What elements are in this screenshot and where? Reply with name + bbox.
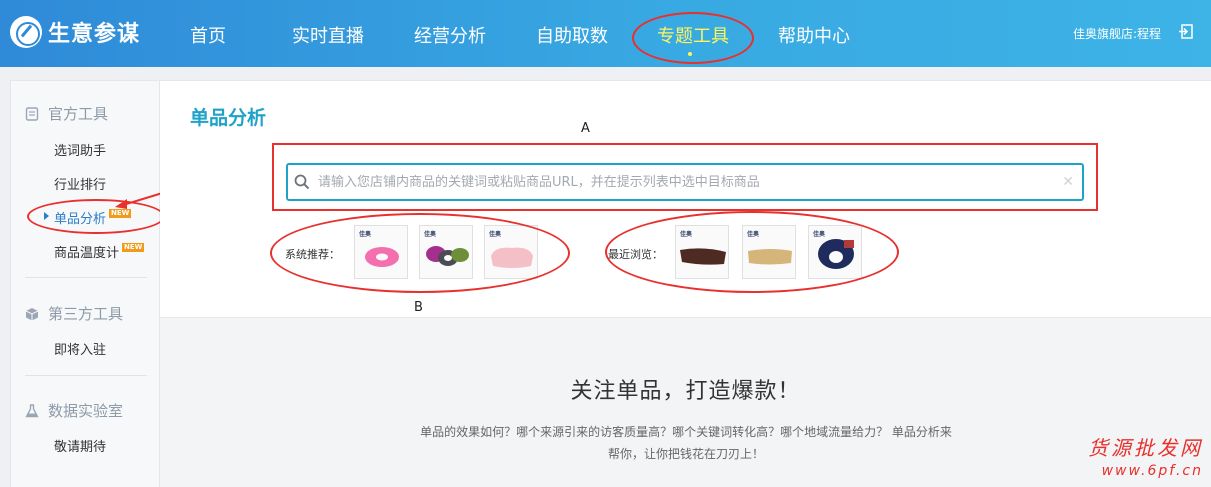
hero-description: 单品的效果如何？哪个来源引来的访客质量高？哪个关键词转化高？哪个地域流量给力？ … bbox=[420, 425, 952, 461]
compass-logo-icon bbox=[10, 16, 42, 48]
sidebar-group-title: 数据实验室 bbox=[48, 402, 124, 420]
annotation-circle-recommend bbox=[270, 213, 570, 293]
search-input[interactable] bbox=[318, 167, 1063, 197]
sidebar-divider bbox=[25, 277, 147, 278]
nav-item-business-analysis[interactable]: 经营分析 bbox=[414, 22, 486, 48]
sidebar-divider bbox=[25, 375, 147, 376]
sidebar-item-coming-soon[interactable]: 即将入驻 bbox=[54, 339, 106, 358]
nav-item-home[interactable]: 首页 bbox=[190, 22, 226, 48]
sidebar-item-keyword-helper[interactable]: 选词助手 bbox=[54, 140, 106, 159]
sidebar-group-official-tools: 官方工具 bbox=[25, 103, 108, 124]
store-user-label[interactable]: 佳奥旗舰店:程程 bbox=[1073, 25, 1161, 42]
nav-item-live[interactable]: 实时直播 bbox=[292, 22, 364, 48]
annotation-label-b: B bbox=[414, 300, 423, 315]
search-box[interactable]: ✕ bbox=[286, 163, 1084, 201]
sidebar-item-label: 商品温度计 bbox=[54, 246, 120, 261]
sidebar-item-stay-tuned[interactable]: 敬请期待 bbox=[54, 436, 106, 455]
watermark-title: 货源批发网 bbox=[1088, 436, 1203, 460]
nav-item-self-service-data[interactable]: 自助取数 bbox=[536, 22, 608, 48]
annotation-circle-nav bbox=[632, 12, 754, 64]
sidebar-group-data-lab: 数据实验室 bbox=[25, 400, 123, 421]
annotation-label-a: A bbox=[581, 121, 590, 136]
cube-icon bbox=[25, 307, 39, 320]
sidebar-group-third-party-tools: 第三方工具 bbox=[25, 303, 123, 324]
clear-icon[interactable]: ✕ bbox=[1062, 174, 1074, 190]
annotation-circle-recent bbox=[605, 211, 899, 293]
app-logo[interactable]: 生意参谋 bbox=[10, 14, 140, 50]
sidebar-item-industry-ranking[interactable]: 行业排行 bbox=[54, 174, 106, 193]
app-name: 生意参谋 bbox=[48, 22, 141, 47]
watermark: 货源批发网 www.6pf.cn bbox=[1088, 432, 1203, 479]
hero-title: 关注单品，打造爆款！ bbox=[570, 379, 801, 404]
sidebar-group-title: 第三方工具 bbox=[48, 305, 124, 323]
new-badge: NEW bbox=[122, 243, 145, 252]
page-title: 单品分析 bbox=[190, 107, 267, 129]
logout-icon[interactable] bbox=[1179, 24, 1193, 39]
sidebar: 官方工具 选词助手 行业排行 单品分析 NEW 商品温度计 NEW 第三方工具 … bbox=[10, 80, 170, 487]
top-nav-bar: 生意参谋 首页 实时直播 经营分析 自助取数 专题工具 帮助中心 佳奥旗舰店:程… bbox=[0, 0, 1211, 67]
main-panel: 单品分析 A ✕ 系统推荐： 佳奥 佳奥 佳奥 最近浏览： bbox=[160, 80, 1211, 487]
flask-icon bbox=[25, 403, 39, 417]
document-icon bbox=[25, 106, 39, 121]
search-icon bbox=[294, 174, 310, 190]
watermark-url: www.6pf.cn bbox=[1101, 463, 1203, 479]
sidebar-group-title: 官方工具 bbox=[48, 105, 109, 123]
nav-item-help-center[interactable]: 帮助中心 bbox=[778, 22, 850, 48]
sidebar-item-product-thermometer[interactable]: 商品温度计 NEW bbox=[54, 242, 145, 261]
